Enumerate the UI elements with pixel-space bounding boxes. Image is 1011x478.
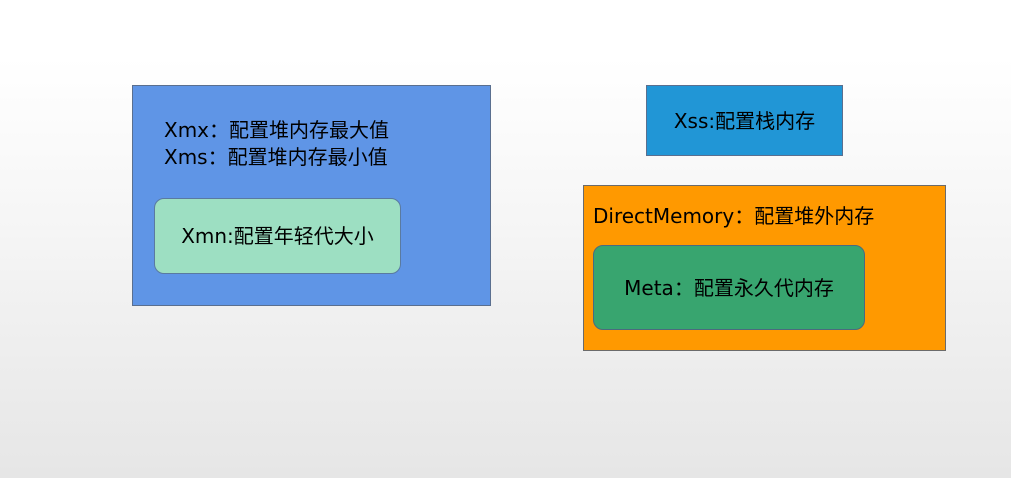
meta-label: Meta：配置永久代内存 — [624, 275, 834, 300]
direct-memory-box: DirectMemory：配置堆外内存 Meta：配置永久代内存 — [583, 185, 946, 351]
direct-memory-label: DirectMemory：配置堆外内存 — [593, 204, 875, 228]
xms-label: Xms：配置堆内存最小值 — [164, 145, 388, 169]
young-generation-box: Xmn:配置年轻代大小 — [154, 198, 401, 274]
stack-box: Xss:配置栈内存 — [646, 85, 843, 156]
xss-label: Xss:配置栈内存 — [673, 108, 816, 133]
xmx-label: Xmx：配置堆内存最大值 — [164, 118, 390, 142]
xmn-label: Xmn:配置年轻代大小 — [181, 224, 374, 248]
meta-box: Meta：配置永久代内存 — [593, 245, 865, 330]
heap-box: Xmx：配置堆内存最大值 Xms：配置堆内存最小值 Xmn:配置年轻代大小 — [132, 85, 491, 306]
